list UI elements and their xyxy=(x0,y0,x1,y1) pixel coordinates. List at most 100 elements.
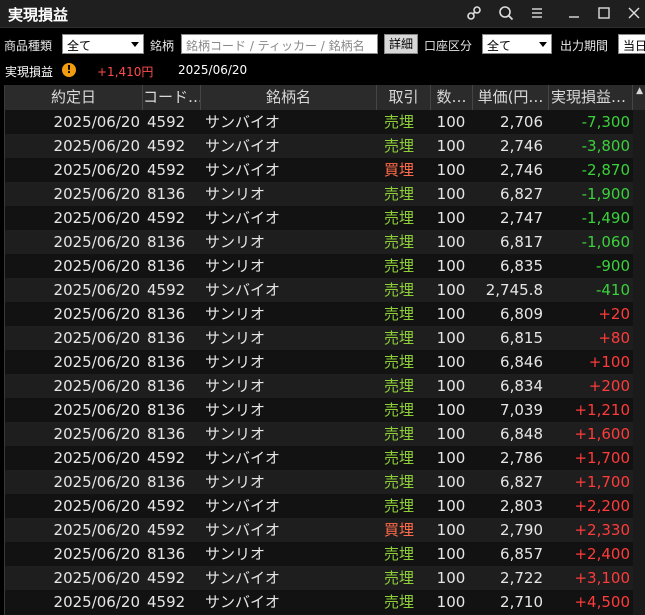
cell-name: サンリオ xyxy=(205,185,266,203)
cell-price: 2,803 xyxy=(500,497,543,515)
cell-price: 2,790 xyxy=(500,521,543,539)
realized-pl-table: 約定日 コード… 銘柄名 取引 数… 単価(円… 実現損益… ▲ 2025/06… xyxy=(4,85,645,615)
cell-qty: 100 xyxy=(436,569,466,587)
col-header-name[interactable]: 銘柄名 xyxy=(201,85,377,110)
table-row[interactable]: 2025/06/20 8136 サンリオ 売埋 100 6,846 +100 xyxy=(5,350,645,374)
table-row[interactable]: 2025/06/20 8136 サンリオ 売埋 100 6,827 -1,900 xyxy=(5,182,645,206)
table-row[interactable]: 2025/06/20 8136 サンリオ 売埋 100 7,039 +1,210 xyxy=(5,398,645,422)
cell-code: 4592 xyxy=(147,569,186,587)
col-header-code[interactable]: コード… xyxy=(143,85,201,110)
cell-name: サンバイオ xyxy=(205,497,281,515)
cell-code: 4592 xyxy=(147,521,186,539)
col-header-side[interactable]: 取引 xyxy=(377,85,431,110)
table-row[interactable]: 2025/06/20 8136 サンリオ 売埋 100 6,835 -900 xyxy=(5,254,645,278)
table-row[interactable]: 2025/06/20 4592 サンバイオ 買埋 100 2,790 +2,330 xyxy=(5,518,645,542)
account-type-select[interactable]: 全て xyxy=(482,34,552,54)
cell-name: サンバイオ xyxy=(205,137,281,155)
filter-bar: 商品種類 全て 銘柄 銘柄コード / ティッカー / 銘柄名 詳細 口座区分 全… xyxy=(0,30,645,58)
table-row[interactable]: 2025/06/20 4592 サンバイオ 買埋 100 2,746 -2,870 xyxy=(5,158,645,182)
search-icon[interactable] xyxy=(492,1,520,25)
cell-pl: -1,900 xyxy=(581,185,630,203)
cell-pl: -900 xyxy=(595,257,630,275)
col-header-qty[interactable]: 数… xyxy=(431,85,473,110)
cell-pl: -1,490 xyxy=(581,209,630,227)
vertical-scrollbar[interactable] xyxy=(633,110,645,615)
cell-date: 2025/06/20 xyxy=(53,593,140,611)
warning-icon[interactable]: ! xyxy=(62,63,76,77)
period-select[interactable]: 当日 xyxy=(618,34,645,54)
col-header-price[interactable]: 単価(円… xyxy=(473,85,549,110)
period-value: 当日 xyxy=(623,39,645,53)
cell-code: 8136 xyxy=(147,329,186,347)
table-row[interactable]: 2025/06/20 4592 サンバイオ 売埋 100 2,803 +2,200 xyxy=(5,494,645,518)
table-row[interactable]: 2025/06/20 8136 サンリオ 売埋 100 6,827 +1,700 xyxy=(5,470,645,494)
cell-qty: 100 xyxy=(436,593,466,611)
table-row[interactable]: 2025/06/20 8136 サンリオ 売埋 100 6,817 -1,060 xyxy=(5,230,645,254)
cell-qty: 100 xyxy=(436,521,466,539)
cell-name: サンリオ xyxy=(205,401,266,419)
menu-icon[interactable] xyxy=(523,1,551,25)
cell-date: 2025/06/20 xyxy=(53,449,140,467)
cell-date: 2025/06/20 xyxy=(53,305,140,323)
product-type-select[interactable]: 全て xyxy=(62,34,144,54)
cell-pl: +100 xyxy=(588,353,630,371)
cell-price: 2,745.8 xyxy=(485,281,543,299)
cell-side: 売埋 xyxy=(383,545,414,563)
cell-qty: 100 xyxy=(436,449,466,467)
table-row[interactable]: 2025/06/20 4592 サンバイオ 売埋 100 2,745.8 -410 xyxy=(5,278,645,302)
table-row[interactable]: 2025/06/20 8136 サンリオ 売埋 100 6,848 +1,600 xyxy=(5,422,645,446)
cell-side: 買埋 xyxy=(383,161,414,179)
brand-search-input[interactable]: 銘柄コード / ティッカー / 銘柄名 xyxy=(181,34,378,54)
cell-side: 売埋 xyxy=(383,497,414,515)
table-row[interactable]: 2025/06/20 4592 サンバイオ 売埋 100 2,786 +1,700 xyxy=(5,446,645,470)
cell-name: サンリオ xyxy=(205,545,266,563)
cell-side: 売埋 xyxy=(383,305,414,323)
cell-code: 8136 xyxy=(147,233,186,251)
minimize-icon[interactable] xyxy=(560,1,588,25)
col-header-pl[interactable]: 実現損益… xyxy=(549,85,633,110)
table-row[interactable]: 2025/06/20 4592 サンバイオ 売埋 100 2,746 -3,800 xyxy=(5,134,645,158)
cell-qty: 100 xyxy=(436,329,466,347)
cell-code: 8136 xyxy=(147,473,186,491)
table-row[interactable]: 2025/06/20 8136 サンリオ 売埋 100 6,834 +200 xyxy=(5,374,645,398)
cell-pl: -1,060 xyxy=(581,233,630,251)
chevron-down-icon xyxy=(131,42,139,47)
cell-code: 8136 xyxy=(147,185,186,203)
table-body: 2025/06/20 4592 サンバイオ 売埋 100 2,706 -7,300 2025/… xyxy=(5,110,645,614)
table-row[interactable]: 2025/06/20 4592 サンバイオ 売埋 100 2,747 -1,490 xyxy=(5,206,645,230)
cell-price: 6,827 xyxy=(500,185,543,203)
cell-pl: +2,400 xyxy=(574,545,630,563)
cell-side: 売埋 xyxy=(383,593,414,611)
cell-name: サンリオ xyxy=(205,353,266,371)
cell-date: 2025/06/20 xyxy=(53,497,140,515)
cell-price: 6,848 xyxy=(500,425,543,443)
table-row[interactable]: 2025/06/20 8136 サンリオ 売埋 100 6,857 +2,400 xyxy=(5,542,645,566)
table-header: 約定日 コード… 銘柄名 取引 数… 単価(円… 実現損益… ▲ xyxy=(5,85,645,111)
cell-name: サンリオ xyxy=(205,425,266,443)
col-header-date[interactable]: 約定日 xyxy=(5,85,143,110)
cell-side: 売埋 xyxy=(383,185,414,203)
table-row[interactable]: 2025/06/20 4592 サンバイオ 売埋 100 2,710 +4,500 xyxy=(5,590,645,614)
cell-price: 6,834 xyxy=(500,377,543,395)
cell-date: 2025/06/20 xyxy=(53,281,140,299)
table-row[interactable]: 2025/06/20 8136 サンリオ 売埋 100 6,815 +80 xyxy=(5,326,645,350)
cell-side: 売埋 xyxy=(383,401,414,419)
cell-price: 7,039 xyxy=(500,401,543,419)
maximize-icon[interactable] xyxy=(590,1,618,25)
cell-date: 2025/06/20 xyxy=(53,425,140,443)
cell-price: 2,786 xyxy=(500,449,543,467)
cell-code: 4592 xyxy=(147,113,186,131)
cell-pl: +80 xyxy=(598,329,630,347)
link-icon[interactable] xyxy=(460,1,488,25)
cell-side: 売埋 xyxy=(383,569,414,587)
table-row[interactable]: 2025/06/20 8136 サンリオ 売埋 100 6,809 +20 xyxy=(5,302,645,326)
cell-price: 2,722 xyxy=(500,569,543,587)
cell-price: 2,746 xyxy=(500,161,543,179)
close-icon[interactable] xyxy=(620,1,645,25)
cell-name: サンバイオ xyxy=(205,161,281,179)
cell-price: 2,746 xyxy=(500,137,543,155)
table-row[interactable]: 2025/06/20 4592 サンバイオ 売埋 100 2,706 -7,300 xyxy=(5,110,645,134)
detail-button[interactable]: 詳細 xyxy=(384,34,418,54)
table-row[interactable]: 2025/06/20 4592 サンバイオ 売埋 100 2,722 +3,100 xyxy=(5,566,645,590)
cell-date: 2025/06/20 xyxy=(53,569,140,587)
